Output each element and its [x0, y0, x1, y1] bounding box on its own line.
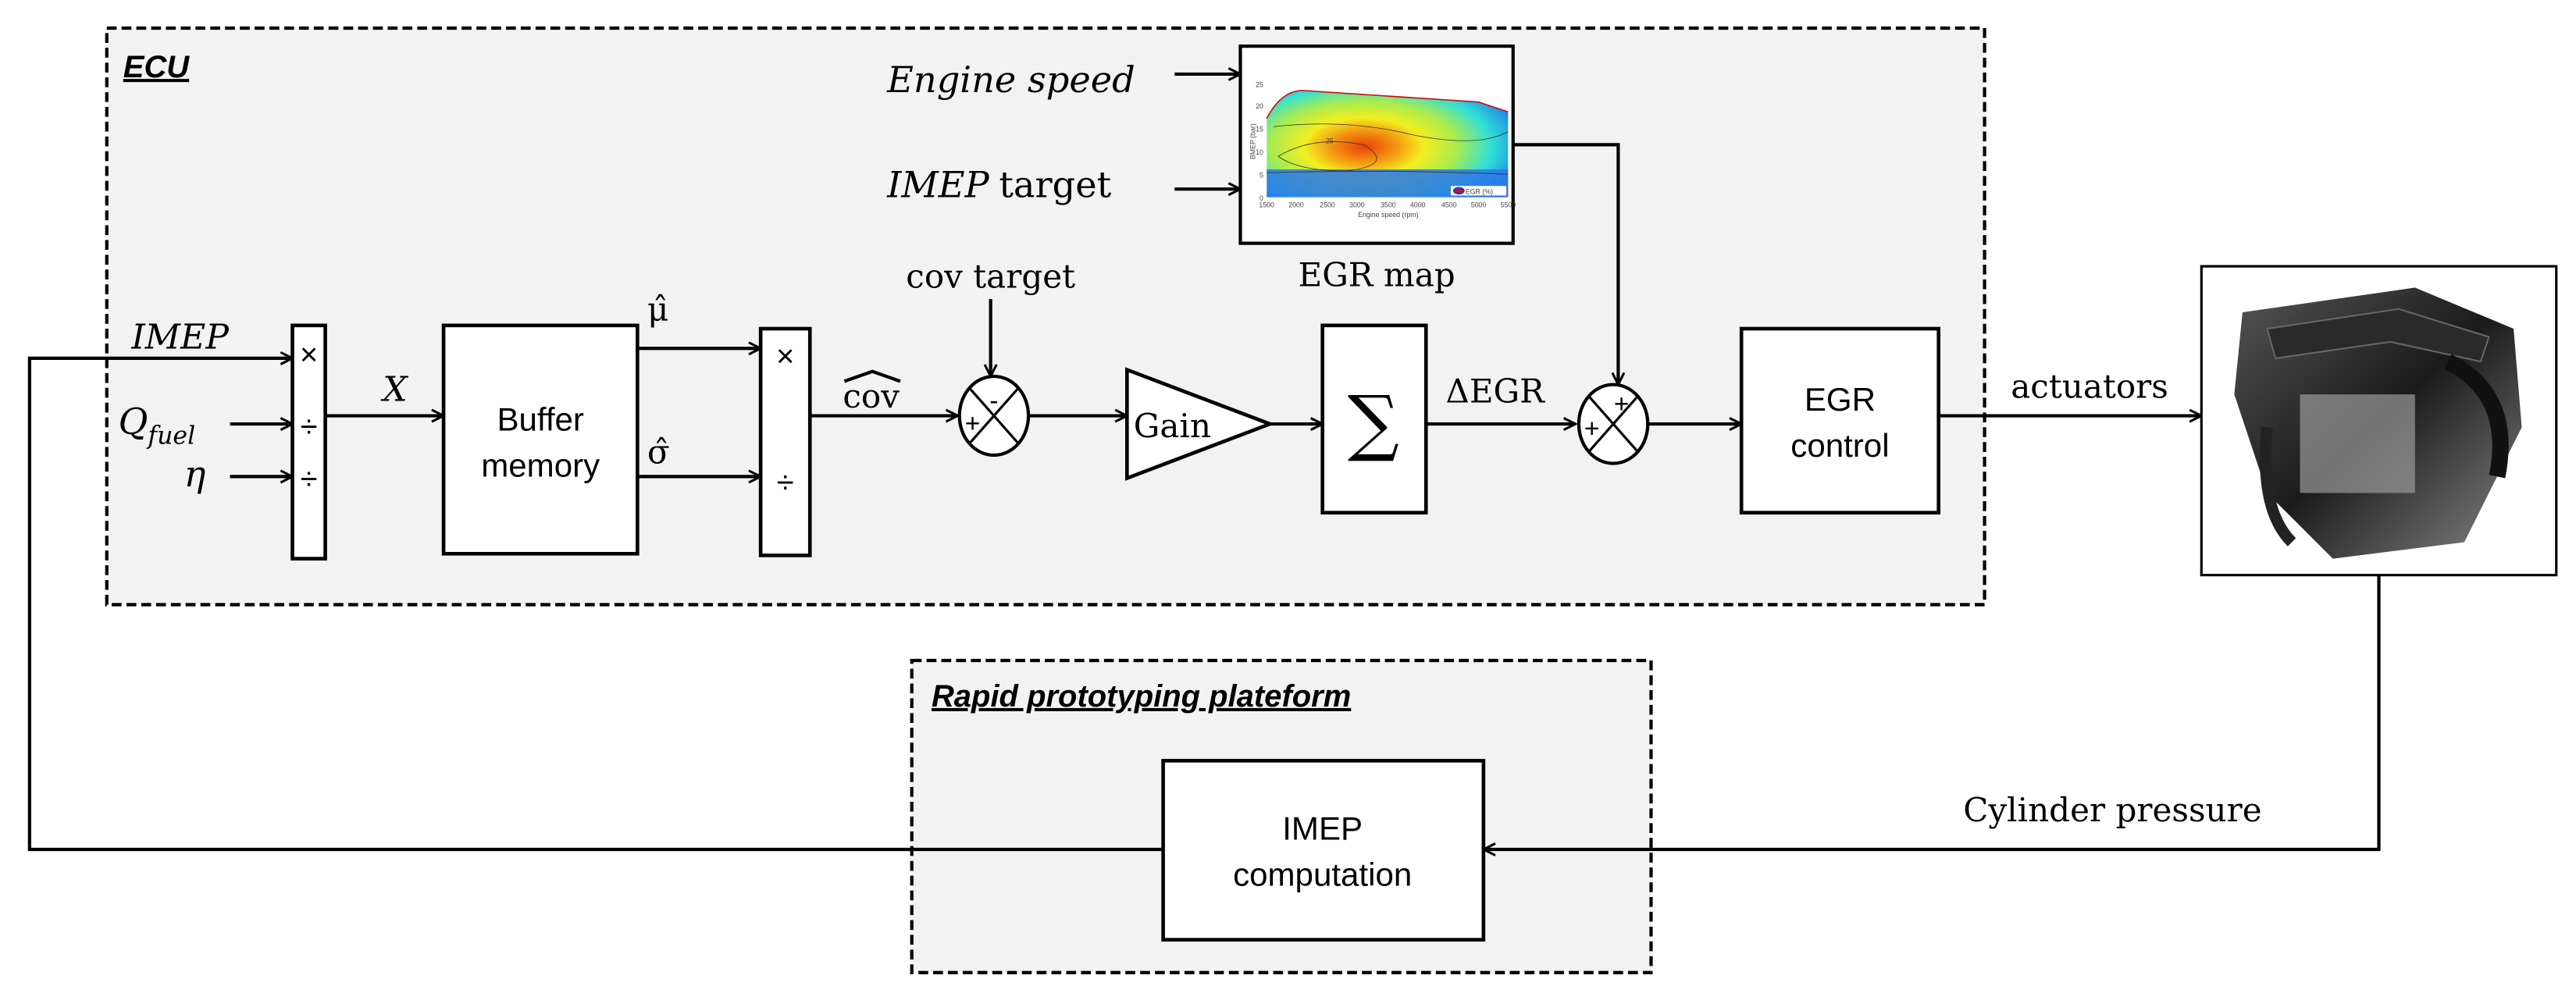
imep-computation-label-1: IMEP: [1282, 810, 1363, 846]
op-multiply: ×: [776, 339, 794, 373]
egr-control-label-2: control: [1790, 427, 1889, 464]
svg-text:25: 25: [1256, 81, 1263, 89]
svg-text:1500: 1500: [1259, 201, 1274, 208]
gain-label: Gain: [1134, 407, 1211, 445]
cylinder-pressure-label: Cylinder pressure: [1963, 791, 2261, 829]
imep-computation-block: [1161, 759, 1486, 942]
summing-junction-1: - +: [957, 374, 1031, 457]
ecu-label: ECU: [123, 50, 191, 84]
sigma-hat-label: σ̂: [647, 433, 670, 472]
engine-speed-input-label: Engine speed: [886, 59, 1135, 101]
actuators-label: actuators: [2011, 367, 2168, 405]
egr-control-diagram: ECU Rapid prototyping plateform IMEP Qfu…: [27, 26, 2558, 974]
summing-junction-2: + +: [1577, 383, 1650, 465]
svg-text:BMEP (bar): BMEP (bar): [1249, 123, 1256, 159]
svg-text:3500: 3500: [1381, 201, 1396, 208]
buffer-label-2: memory: [481, 447, 600, 483]
rapid-prototyping-label: Rapid prototyping plateform: [932, 679, 1351, 714]
ecu-panel: [105, 26, 1986, 607]
buffer-label-1: Buffer: [497, 401, 583, 437]
egr-map-caption: EGR map: [1298, 255, 1455, 294]
svg-text:EGR (%): EGR (%): [1466, 188, 1493, 196]
egr-control-label-1: EGR: [1805, 381, 1876, 418]
cov-target-label: cov target: [906, 257, 1075, 295]
imep-input-label: IMEP: [130, 317, 230, 357]
svg-text:15: 15: [1256, 126, 1263, 134]
op-divide: ÷: [301, 410, 318, 444]
op-divide: ÷: [301, 462, 318, 497]
svg-text:+: +: [1614, 390, 1630, 418]
op-divide: ÷: [777, 465, 794, 500]
svg-text:+: +: [1584, 415, 1600, 443]
delta-egr-label: ΔEGR: [1445, 372, 1545, 411]
buffer-memory-block: [441, 323, 640, 556]
svg-text:10: 10: [1256, 148, 1263, 156]
egr-map-chart: 25 0 5 10 15 20 25 1500 2000 2500 3000 3…: [1238, 45, 1516, 245]
svg-text:2500: 2500: [1320, 201, 1335, 208]
egr-control-block: [1739, 326, 1940, 514]
svg-text:4000: 4000: [1410, 201, 1426, 208]
svg-text:3000: 3000: [1349, 201, 1365, 208]
svg-text:4500: 4500: [1441, 201, 1457, 208]
svg-text:20: 20: [1256, 102, 1263, 110]
eta-input-label: η: [184, 453, 206, 495]
svg-text:25: 25: [1326, 137, 1334, 144]
svg-text:5: 5: [1259, 171, 1263, 179]
mu-hat-label: μ̂: [647, 290, 668, 329]
svg-text:2000: 2000: [1288, 201, 1304, 208]
svg-text:-: -: [989, 386, 998, 415]
imep-computation-label-2: computation: [1233, 856, 1412, 892]
svg-text:5000: 5000: [1471, 201, 1487, 208]
imep-target-input-label: IMEP target: [886, 164, 1111, 206]
x-signal-label: X: [380, 370, 408, 410]
cov-hat-label: cov: [843, 377, 900, 415]
svg-text:Engine speed (rpm): Engine speed (rpm): [1358, 211, 1419, 219]
sigma-symbol: ∑: [1348, 380, 1399, 465]
svg-text:+: +: [965, 410, 981, 439]
svg-text:5500: 5500: [1501, 201, 1516, 208]
op-multiply: ×: [300, 337, 318, 372]
egr-map-xticks: 1500 2000 2500 3000 3500 4000 4500 5000 …: [1259, 201, 1516, 208]
engine-image: [2200, 265, 2558, 577]
egr-map-legend: EGR (%): [1450, 185, 1507, 196]
